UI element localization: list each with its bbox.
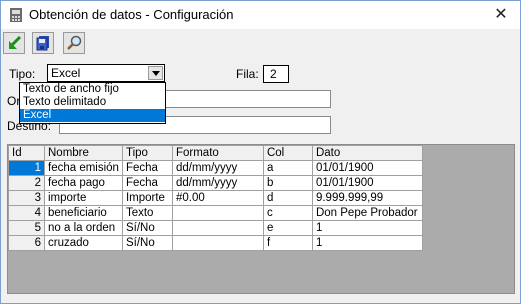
column-header-nombre[interactable]: Nombre [44,145,123,161]
cell-nombre[interactable]: no a la orden [44,220,123,236]
cell-tipo[interactable]: Sí/No [121,220,173,236]
fila-input[interactable]: 2 [263,65,289,83]
cell-col[interactable]: f [262,235,313,251]
cell-dato[interactable]: 9.999.999,99 [311,190,423,206]
cell-id[interactable]: 5 [8,220,45,236]
tipo-select[interactable]: Excel [47,64,165,82]
table-row[interactable]: 6 cruzado Sí/No f 1 [8,235,423,251]
cell-id[interactable]: 2 [8,175,45,191]
fila-label: Fila: [236,67,259,81]
save-floppy-icon [36,36,49,51]
cell-formato[interactable]: dd/mm/yyyy [171,175,264,191]
dropdown-option-fixed-width[interactable]: Texto de ancho fijo [20,83,165,96]
cell-dato[interactable]: Don Pepe Probador [311,205,423,221]
cell-tipo[interactable]: Texto [121,205,173,221]
title-bar[interactable]: Obtención de datos - Configuración ✕ [1,1,520,29]
tipo-dropdown-button[interactable] [148,66,163,80]
tipo-value: Excel [51,66,81,80]
column-header-formato[interactable]: Formato [171,145,264,161]
cell-nombre[interactable]: fecha pago [44,175,123,191]
cell-id[interactable]: 6 [8,235,45,251]
cell-formato[interactable]: dd/mm/yyyy [171,160,264,176]
cell-col[interactable]: e [262,220,313,236]
cell-formato[interactable]: #0.00 [171,190,264,206]
cell-tipo[interactable]: Fecha [121,175,173,191]
dropdown-option-delimited[interactable]: Texto delimitado [20,96,165,109]
cell-formato[interactable] [171,235,264,251]
cell-nombre[interactable]: beneficiario [44,205,123,221]
table-row[interactable]: 4 beneficiario Texto c Don Pepe Probador [8,205,423,221]
config-window: Obtención de datos - Configuración ✕ Tip… [0,0,521,304]
table-row[interactable]: 2 fecha pago Fecha dd/mm/yyyy b 01/01/19… [8,175,423,191]
cell-nombre[interactable]: fecha emisión [44,160,123,176]
execute-button[interactable] [3,32,25,54]
cell-dato[interactable]: 1 [311,220,423,236]
cell-id[interactable]: 4 [8,205,45,221]
close-button[interactable]: ✕ [488,4,514,26]
app-icon [10,8,22,22]
column-header-id[interactable]: Id [8,145,45,161]
cell-formato[interactable] [171,205,264,221]
cell-dato[interactable]: 01/01/1900 [311,175,423,191]
table-row[interactable]: 3 importe Importe #0.00 d 9.999.999,99 [8,190,423,206]
column-header-tipo[interactable]: Tipo [121,145,173,161]
execute-arrow-icon [9,35,22,49]
save-button[interactable] [32,32,54,54]
close-icon: ✕ [494,6,508,23]
search-magnifier-icon [67,35,82,50]
cell-nombre[interactable]: importe [44,190,123,206]
table-row[interactable]: 1 fecha emisión Fecha dd/mm/yyyy a 01/01… [8,160,423,176]
cell-tipo[interactable]: Sí/No [121,235,173,251]
window-title: Obtención de datos - Configuración [29,7,234,22]
cell-formato[interactable] [171,220,264,236]
cell-col[interactable]: d [262,190,313,206]
cell-tipo[interactable]: Fecha [121,160,173,176]
cell-id[interactable]: 3 [8,190,45,206]
column-header-col[interactable]: Col [262,145,313,161]
tipo-dropdown-list: Texto de ancho fijo Texto delimitado Exc… [19,82,166,124]
tipo-label: Tipo: [9,67,36,81]
fields-table: Id Nombre Tipo Formato Col Dato 1 fecha … [8,145,423,251]
cell-nombre[interactable]: cruzado [44,235,123,251]
cell-col[interactable]: b [262,175,313,191]
search-button[interactable] [63,32,85,54]
table-row[interactable]: 5 no a la orden Sí/No e 1 [8,220,423,236]
cell-col[interactable]: c [262,205,313,221]
cell-dato[interactable]: 01/01/1900 [311,160,423,176]
cell-dato[interactable]: 1 [311,235,423,251]
cell-id[interactable]: 1 [8,160,45,176]
fields-grid[interactable]: Id Nombre Tipo Formato Col Dato 1 fecha … [7,144,515,294]
cell-tipo[interactable]: Importe [121,190,173,206]
dropdown-option-excel[interactable]: Excel [20,109,165,122]
chevron-down-icon [152,71,160,76]
table-header-row: Id Nombre Tipo Formato Col Dato [8,145,423,161]
cell-col[interactable]: a [262,160,313,176]
column-header-dato[interactable]: Dato [311,145,423,161]
